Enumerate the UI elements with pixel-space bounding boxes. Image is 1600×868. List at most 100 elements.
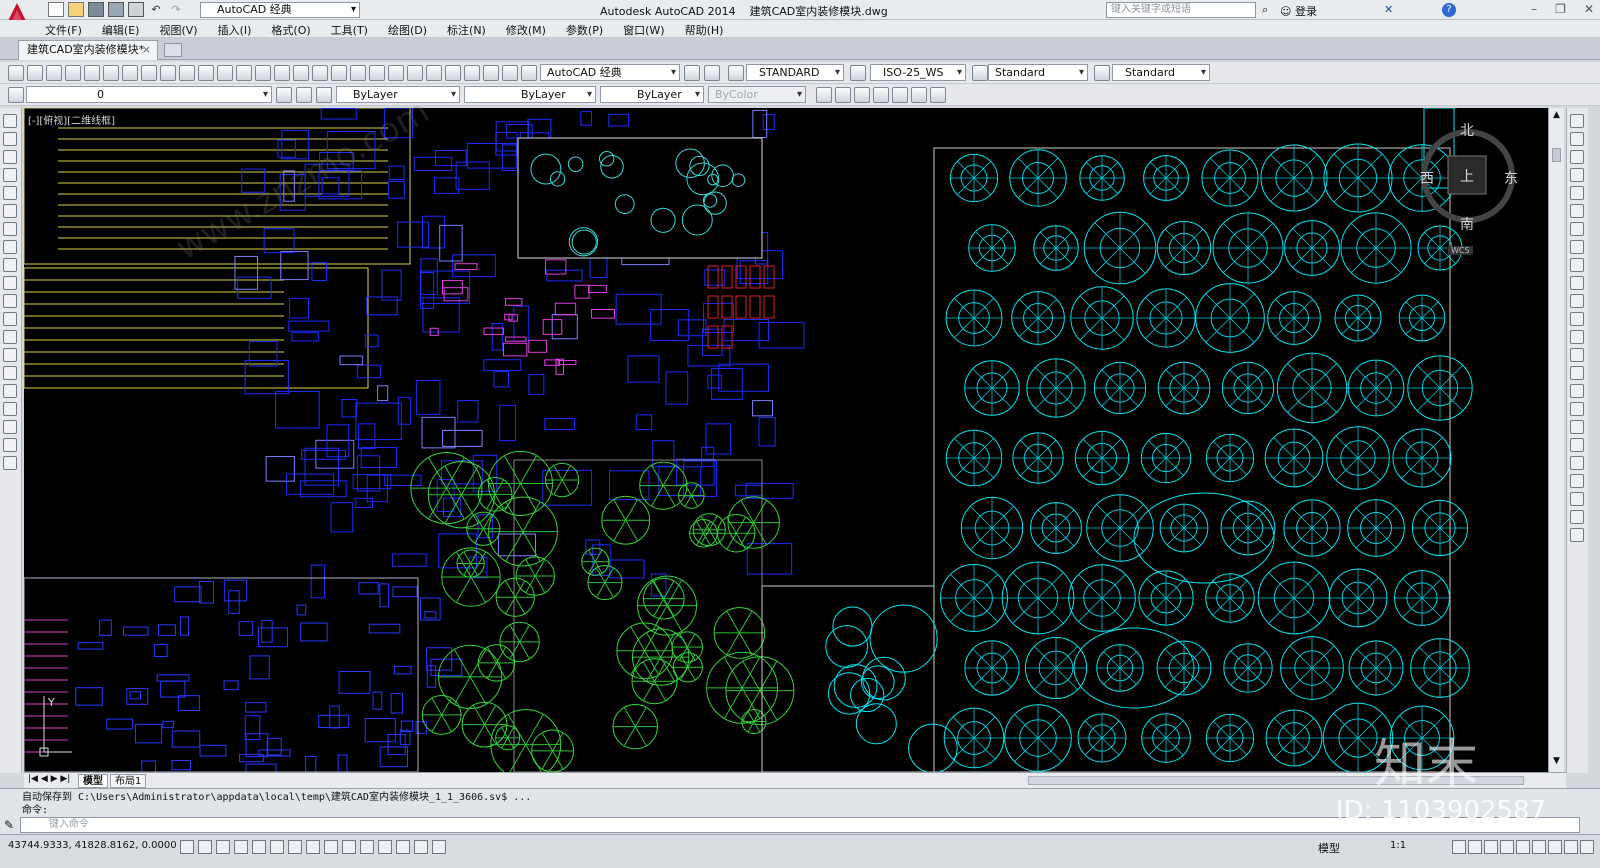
draw-tool-icon-7[interactable] <box>3 240 17 254</box>
menu-item-2[interactable]: 视图(V) <box>159 22 197 38</box>
standard-tool-icon-1[interactable] <box>27 65 43 81</box>
modify-tool-icon-11[interactable] <box>1570 312 1584 326</box>
compass-south[interactable]: 南 <box>1460 214 1474 234</box>
modify-tool-icon-10[interactable] <box>1570 294 1584 308</box>
vertical-scrollbar[interactable]: ▲ ▼ <box>1548 108 1564 772</box>
binoculars-icon[interactable]: ⌕ <box>1262 3 1268 17</box>
draw-tool-icon-9[interactable] <box>3 276 17 290</box>
scroll-down-icon[interactable]: ▼ <box>1553 756 1560 766</box>
undo-icon[interactable]: ↶ <box>148 2 164 17</box>
modify-tool-icon-5[interactable] <box>1570 204 1584 218</box>
standard-tool-icon-23[interactable] <box>445 65 461 81</box>
menu-item-9[interactable]: 参数(P) <box>566 22 603 38</box>
draw-tool-icon-3[interactable] <box>3 168 17 182</box>
modify-tool-icon-13[interactable] <box>1570 348 1584 362</box>
menu-item-3[interactable]: 插入(I) <box>218 22 252 38</box>
status-toggle-icon-13[interactable] <box>414 840 428 854</box>
draw-tool-icon-4[interactable] <box>3 186 17 200</box>
status-toggle-icon-19[interactable] <box>1516 840 1530 854</box>
modify-tool-icon-8[interactable] <box>1570 258 1584 272</box>
draw-tool-icon-5[interactable] <box>3 204 17 218</box>
annotation-scale[interactable]: 1:1 <box>1390 840 1406 851</box>
dim-style-select[interactable]: ISO-25_WS <box>870 64 966 81</box>
open-icon[interactable] <box>68 2 84 17</box>
modify-tool-icon-18[interactable] <box>1570 438 1584 452</box>
draw-tool-icon-15[interactable] <box>3 384 17 398</box>
standard-tool-icon-33[interactable] <box>1094 65 1110 81</box>
compass-east[interactable]: 东 <box>1504 168 1518 188</box>
draw-tool-icon-17[interactable] <box>3 420 17 434</box>
layer-tool-icon-7[interactable] <box>854 87 870 103</box>
help-icon[interactable]: ? <box>1442 3 1456 17</box>
draw-tool-icon-0[interactable] <box>3 114 17 128</box>
standard-tool-icon-7[interactable] <box>141 65 157 81</box>
standard-tool-icon-14[interactable] <box>274 65 290 81</box>
status-toggle-icon-2[interactable] <box>216 840 230 854</box>
viewcube[interactable]: 北 南 东 西 上 WCS <box>1420 118 1520 258</box>
standard-tool-icon-12[interactable] <box>236 65 252 81</box>
draw-tool-icon-12[interactable] <box>3 330 17 344</box>
cursor-coordinates[interactable]: 43744.9333, 41828.8162, 0.0000 <box>8 840 177 851</box>
standard-tool-icon-30[interactable] <box>728 65 744 81</box>
status-toggle-icon-1[interactable] <box>198 840 212 854</box>
lineweight-select[interactable]: ByLayer <box>600 86 704 103</box>
standard-tool-icon-26[interactable] <box>502 65 518 81</box>
status-toggle-icon-21[interactable] <box>1548 840 1562 854</box>
draw-tool-icon-16[interactable] <box>3 402 17 416</box>
modify-tool-icon-9[interactable] <box>1570 276 1584 290</box>
standard-tool-icon-18[interactable] <box>350 65 366 81</box>
menu-item-11[interactable]: 帮助(H) <box>685 22 724 38</box>
close-tab-icon[interactable]: × <box>142 41 151 59</box>
standard-tool-icon-25[interactable] <box>483 65 499 81</box>
standard-tool-icon-17[interactable] <box>331 65 347 81</box>
draw-tool-icon-11[interactable] <box>3 312 17 326</box>
modify-tool-icon-15[interactable] <box>1570 384 1584 398</box>
menu-item-4[interactable]: 格式(O) <box>271 22 310 38</box>
menu-item-7[interactable]: 标注(N) <box>447 22 486 38</box>
menu-item-10[interactable]: 窗口(W) <box>623 22 664 38</box>
workspace-select[interactable]: AutoCAD 经典 <box>540 64 680 81</box>
wrench-icon[interactable]: ✎ <box>4 818 14 832</box>
status-toggle-icon-16[interactable] <box>1468 840 1482 854</box>
model-space-toggle[interactable]: 模型 <box>1318 840 1340 856</box>
draw-tool-icon-14[interactable] <box>3 366 17 380</box>
modify-tool-icon-3[interactable] <box>1570 168 1584 182</box>
layer-tool-icon-9[interactable] <box>892 87 908 103</box>
text-style-select[interactable]: STANDARD <box>746 64 844 81</box>
minimize-icon[interactable]: – <box>1531 2 1537 16</box>
draw-tool-icon-19[interactable] <box>3 456 17 470</box>
status-toggle-icon-5[interactable] <box>270 840 284 854</box>
modify-tool-icon-12[interactable] <box>1570 330 1584 344</box>
standard-tool-icon-19[interactable] <box>369 65 385 81</box>
mleader-style-select[interactable]: Standard <box>1112 64 1210 81</box>
layer-tool-icon-0[interactable] <box>8 87 24 103</box>
modify-tool-icon-19[interactable] <box>1570 456 1584 470</box>
plotstyle-select[interactable]: ByColor <box>708 86 806 103</box>
modify-tool-icon-7[interactable] <box>1570 240 1584 254</box>
modify-tool-icon-16[interactable] <box>1570 402 1584 416</box>
standard-tool-icon-31[interactable] <box>850 65 866 81</box>
status-toggle-icon-12[interactable] <box>396 840 410 854</box>
status-toggle-icon-17[interactable] <box>1484 840 1498 854</box>
layer-tool-icon-11[interactable] <box>930 87 946 103</box>
modify-tool-icon-1[interactable] <box>1570 132 1584 146</box>
standard-tool-icon-9[interactable] <box>179 65 195 81</box>
standard-tool-icon-10[interactable] <box>198 65 214 81</box>
layer-tool-icon-1[interactable] <box>276 87 292 103</box>
new-icon[interactable] <box>48 2 64 17</box>
status-toggle-icon-22[interactable] <box>1564 840 1578 854</box>
print-icon[interactable] <box>128 2 144 17</box>
status-toggle-icon-15[interactable] <box>1452 840 1466 854</box>
menu-item-1[interactable]: 编辑(E) <box>102 22 140 38</box>
modify-tool-icon-17[interactable] <box>1570 420 1584 434</box>
compass-west[interactable]: 西 <box>1420 168 1434 188</box>
status-toggle-icon-7[interactable] <box>306 840 320 854</box>
draw-tool-icon-1[interactable] <box>3 132 17 146</box>
draw-tool-icon-10[interactable] <box>3 294 17 308</box>
standard-tool-icon-27[interactable] <box>521 65 537 81</box>
layer-tool-icon-8[interactable] <box>873 87 889 103</box>
standard-tool-icon-16[interactable] <box>312 65 328 81</box>
draw-tool-icon-18[interactable] <box>3 438 17 452</box>
standard-tool-icon-4[interactable] <box>84 65 100 81</box>
standard-tool-icon-11[interactable] <box>217 65 233 81</box>
